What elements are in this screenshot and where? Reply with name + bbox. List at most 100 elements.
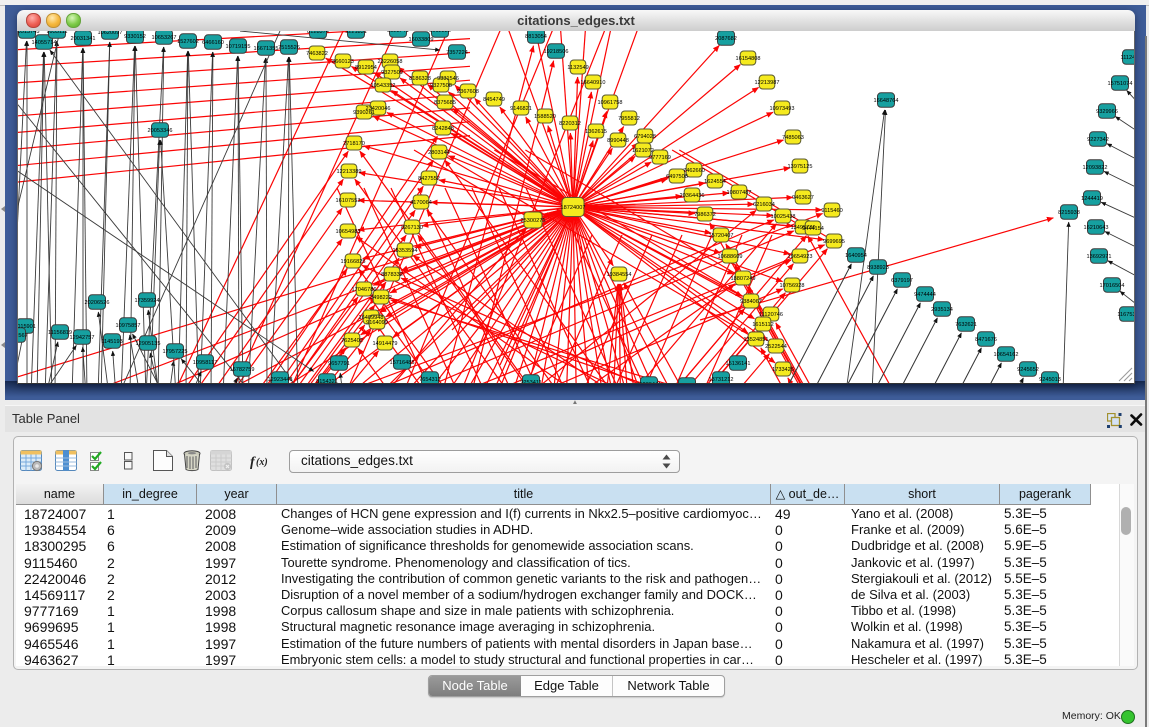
svg-text:9245652: 9245652: [1017, 367, 1039, 373]
svg-text:8938923: 8938923: [867, 265, 889, 271]
svg-text:9933111: 9933111: [47, 31, 68, 35]
svg-text:2935134: 2935134: [931, 307, 953, 313]
svg-text:9227342: 9227342: [1087, 137, 1109, 143]
svg-text:13524851: 13524851: [744, 337, 769, 343]
svg-text:20364436: 20364436: [680, 193, 705, 199]
svg-text:9777169: 9777169: [649, 155, 671, 161]
svg-text:12093822: 12093822: [1083, 165, 1108, 171]
svg-text:8220312: 8220312: [559, 121, 581, 127]
svg-text:9221831: 9221831: [345, 31, 367, 35]
svg-text:8154321: 8154321: [316, 379, 338, 383]
svg-text:18807249: 18807249: [731, 276, 756, 282]
svg-text:9327509: 9327509: [381, 70, 403, 76]
svg-text:6379197: 6379197: [891, 278, 913, 284]
svg-text:10961758: 10961758: [598, 100, 623, 106]
svg-text:9164099: 9164099: [366, 320, 388, 326]
svg-text:10654162: 10654162: [994, 352, 1019, 358]
svg-text:8990448: 8990448: [607, 138, 629, 144]
svg-text:12942757: 12942757: [70, 335, 95, 341]
svg-text:10653267: 10653267: [152, 35, 177, 41]
svg-text:2522544: 2522544: [765, 344, 787, 350]
svg-text:1527602: 1527602: [177, 39, 199, 45]
svg-text:20513745: 20513745: [18, 31, 39, 35]
svg-text:8454749: 8454749: [483, 97, 505, 103]
svg-text:25300275: 25300275: [521, 218, 546, 224]
svg-text:7625402: 7625402: [341, 338, 363, 344]
svg-text:8823741: 8823741: [387, 31, 409, 34]
svg-text:7515526: 7515526: [278, 45, 300, 51]
svg-text:2718170: 2718170: [343, 141, 365, 147]
svg-text:23226058: 23226058: [378, 59, 403, 65]
svg-text:(x): (x): [256, 457, 268, 468]
svg-text:16648764: 16648764: [874, 98, 899, 104]
svg-text:15136141: 15136141: [726, 361, 751, 367]
svg-text:8242848: 8242848: [432, 126, 454, 132]
svg-text:2367608: 2367608: [457, 89, 479, 95]
svg-text:16107553: 16107553: [336, 198, 361, 204]
svg-text:13731212: 13731212: [709, 377, 734, 383]
svg-text:10654983: 10654983: [336, 229, 361, 235]
svg-text:7955812: 7955812: [618, 116, 640, 122]
svg-text:1167533: 1167533: [1117, 312, 1134, 318]
svg-text:20206526: 20206526: [85, 300, 110, 306]
svg-text:18724007: 18724007: [561, 205, 586, 211]
svg-text:1588520: 1588520: [534, 114, 556, 120]
svg-text:9245013: 9245013: [1039, 377, 1061, 383]
svg-text:17359924: 17359924: [135, 298, 160, 304]
svg-text:19384554: 19384554: [607, 272, 632, 278]
svg-text:9912833: 9912833: [429, 31, 451, 34]
svg-text:13975125: 13975125: [788, 164, 813, 170]
svg-text:9253411: 9253411: [520, 380, 541, 383]
svg-text:10973493: 10973493: [770, 106, 795, 112]
svg-text:3911567: 3911567: [18, 333, 28, 339]
svg-text:2803144: 2803144: [428, 150, 450, 156]
svg-text:6216034: 6216034: [753, 202, 775, 208]
svg-text:9330152: 9330152: [124, 34, 146, 40]
svg-text:7986372: 7986372: [694, 212, 716, 218]
svg-text:16782759: 16782759: [230, 367, 255, 373]
svg-text:11156819: 11156819: [48, 330, 72, 336]
svg-text:12213987: 12213987: [755, 80, 780, 86]
svg-text:9699695: 9699695: [823, 239, 845, 245]
svg-text:15716485: 15716485: [390, 360, 415, 366]
svg-text:15353594: 15353594: [393, 248, 418, 254]
svg-text:6497508: 6497508: [666, 174, 688, 180]
svg-text:2087682: 2087682: [715, 36, 737, 42]
svg-text:8471676: 8471676: [975, 337, 997, 343]
svg-text:11120746: 11120746: [759, 312, 783, 318]
svg-text:1362615: 1362615: [585, 129, 607, 135]
svg-text:16210643: 16210643: [1084, 225, 1109, 231]
svg-text:20053346: 20053346: [148, 128, 173, 134]
svg-text:9331546: 9331546: [437, 76, 459, 82]
svg-text:11239441: 11239441: [637, 382, 661, 383]
svg-text:8878332: 8878332: [381, 272, 403, 278]
svg-text:10958117: 10958117: [193, 360, 217, 366]
svg-text:1112471: 1112471: [1121, 55, 1134, 61]
svg-text:1132549: 1132549: [567, 65, 588, 71]
svg-text:16154808: 16154808: [736, 56, 761, 62]
svg-text:10688609: 10688609: [718, 254, 743, 260]
svg-text:9384067: 9384067: [740, 299, 762, 305]
svg-text:9115460: 9115460: [821, 208, 842, 214]
svg-text:1621072: 1621072: [632, 148, 654, 154]
svg-text:1145193: 1145193: [101, 339, 122, 345]
svg-text:8912954: 8912954: [355, 65, 377, 71]
svg-text:15751074: 15751074: [1108, 81, 1133, 87]
svg-text:8813054: 8813054: [525, 34, 547, 40]
svg-text:1624554: 1624554: [704, 179, 726, 185]
svg-text:7485063: 7485063: [782, 135, 804, 141]
svg-text:10543352: 10543352: [371, 83, 396, 89]
svg-text:17016504: 17016504: [1100, 283, 1125, 289]
svg-text:19654923: 19654923: [788, 254, 813, 260]
svg-text:14055714: 14055714: [32, 40, 57, 46]
svg-text:1244419: 1244419: [1081, 196, 1103, 202]
svg-text:16671355: 16671355: [254, 46, 279, 52]
svg-text:7463822: 7463822: [306, 51, 328, 57]
svg-text:9327508: 9327508: [430, 83, 452, 89]
svg-text:4170064: 4170064: [410, 200, 432, 206]
svg-text:8427552: 8427552: [418, 176, 440, 182]
svg-text:10975857: 10975857: [116, 323, 141, 329]
svg-text:1733426: 1733426: [772, 367, 794, 373]
svg-text:12905135: 12905135: [136, 341, 161, 347]
svg-text:8660123: 8660123: [332, 59, 354, 65]
